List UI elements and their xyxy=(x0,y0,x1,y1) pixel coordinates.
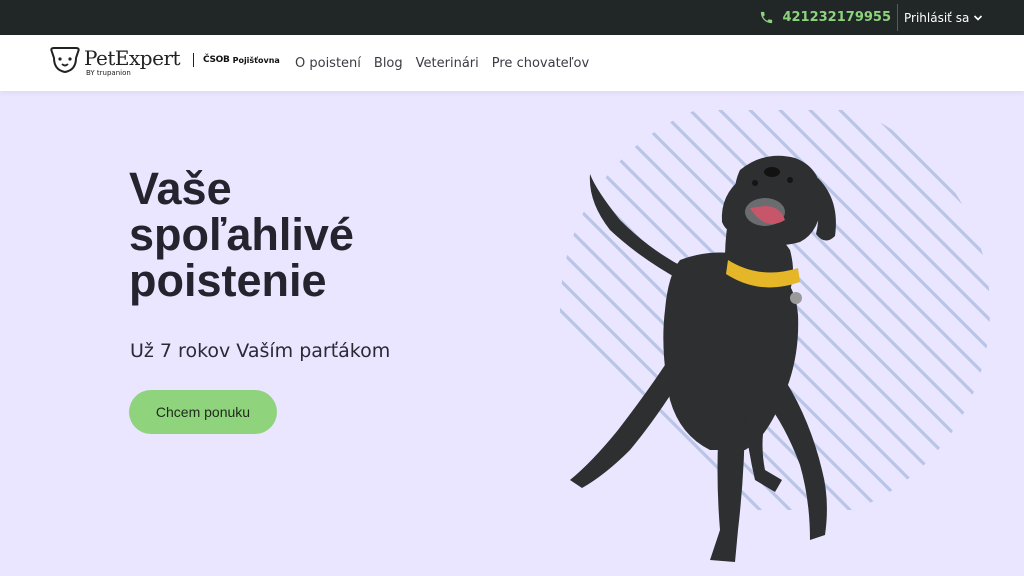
csob-logo: ČSOB Pojišťovna xyxy=(203,49,280,71)
login-label[interactable]: Prihlásiť sa xyxy=(904,11,969,25)
hero-title: Vaše spoľahlivé poistenie xyxy=(129,166,489,304)
csob-name: Pojišťovna xyxy=(232,55,280,65)
nav-link-pre-chovatelov[interactable]: Pre chovateľov xyxy=(492,56,589,71)
hero-title-line: poistenie xyxy=(129,255,327,306)
phone-icon xyxy=(761,11,773,24)
top-bar: 421232179955 Prihlásiť sa xyxy=(0,0,1024,35)
hero-subtitle: Už 7 rokov Vaším parťákom xyxy=(130,340,391,362)
dog-photo xyxy=(570,155,836,562)
dog-face-logo-icon xyxy=(50,47,80,74)
logo-brand: PetExpert xyxy=(84,46,181,70)
nav-link-veterinari[interactable]: Veterinári xyxy=(416,56,479,71)
nav-link-o-poisteni[interactable]: O poistení xyxy=(295,56,361,71)
main-navbar: PetExpert BY trupanion ČSOB Pojišťovna O… xyxy=(0,35,1024,91)
logo-separator xyxy=(193,53,194,67)
hero-title-line: Vaše xyxy=(129,163,232,214)
petexpert-logo[interactable]: PetExpert BY trupanion xyxy=(48,45,188,81)
chevron-down-icon xyxy=(974,14,983,21)
hero-title-line: spoľahlivé xyxy=(129,209,354,260)
get-offer-button[interactable]: Chcem ponuku xyxy=(129,390,277,434)
phone-link[interactable]: 421232179955 xyxy=(759,0,891,35)
nav-link-blog[interactable]: Blog xyxy=(374,56,403,71)
csob-mark: ČSOB xyxy=(203,55,230,65)
phone-number[interactable]: 421232179955 xyxy=(782,10,891,25)
topbar-divider xyxy=(897,4,898,31)
logo-by-trupanion: BY trupanion xyxy=(86,69,131,77)
main-nav: O poistení Blog Veterinári Pre chovateľo… xyxy=(295,35,589,91)
login-dropdown[interactable]: Prihlásiť sa xyxy=(904,0,983,35)
